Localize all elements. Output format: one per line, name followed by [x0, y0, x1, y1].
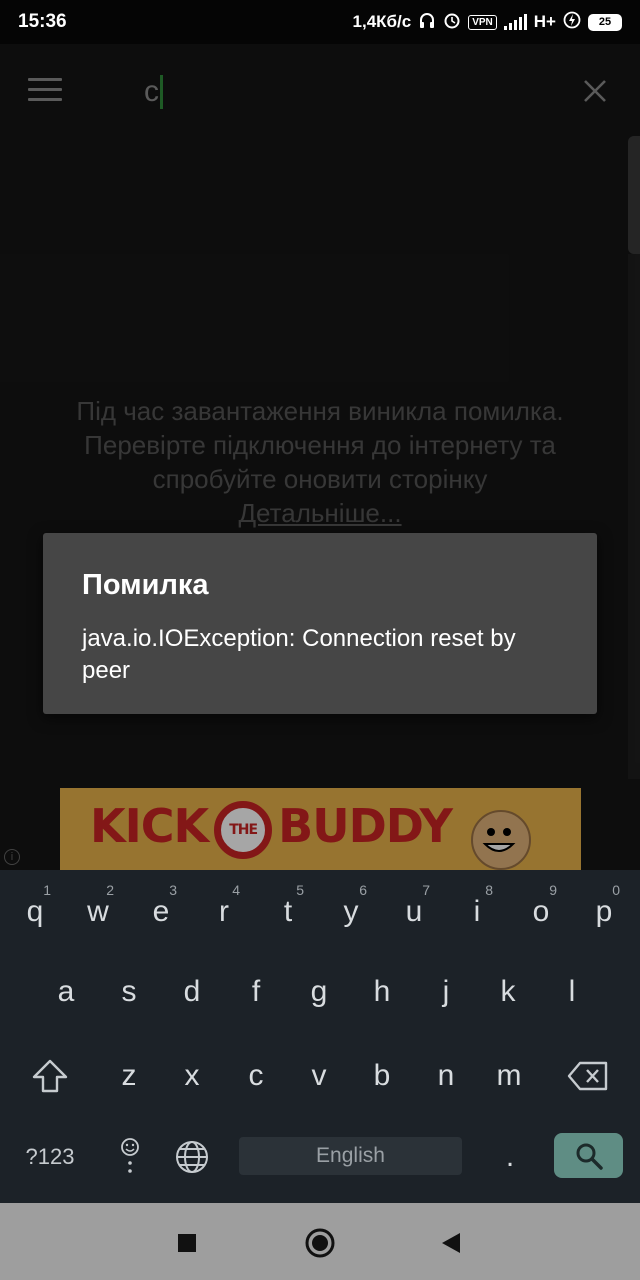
key-label: u — [405, 895, 423, 928]
backspace-key[interactable] — [558, 1036, 618, 1116]
key-hint: 3 — [169, 882, 177, 898]
key-label: i — [473, 895, 481, 928]
alarm-icon — [443, 11, 461, 34]
key-i[interactable]: i8 — [447, 872, 507, 952]
status-time: 15:36 — [18, 11, 67, 32]
key-hint: 0 — [612, 882, 620, 898]
key-hint: 6 — [359, 882, 367, 898]
key-o[interactable]: o9 — [511, 872, 571, 952]
key-q[interactable]: q1 — [5, 872, 65, 952]
key-p[interactable]: p0 — [574, 872, 634, 952]
charging-icon — [563, 11, 581, 34]
key-b[interactable]: b — [352, 1036, 412, 1116]
language-key[interactable] — [162, 1117, 222, 1197]
square-icon — [178, 1234, 196, 1252]
triangle-back-icon — [442, 1233, 460, 1253]
key-label: r — [219, 895, 229, 928]
key-hint: 9 — [549, 882, 557, 898]
dialog-scrim[interactable] — [0, 44, 640, 870]
battery-indicator: 25 — [588, 13, 622, 31]
emoji-key[interactable] — [100, 1117, 160, 1197]
vpn-badge: VPN — [468, 14, 497, 30]
search-action-key[interactable] — [554, 1133, 623, 1178]
key-f[interactable]: f — [226, 952, 286, 1032]
key-h[interactable]: h — [352, 952, 412, 1032]
key-m[interactable]: m — [479, 1036, 539, 1116]
key-e[interactable]: e3 — [131, 872, 191, 952]
key-label: p — [595, 895, 613, 928]
navigation-bar — [0, 1203, 640, 1280]
key-hint: 7 — [422, 882, 430, 898]
dialog-title: Помилка — [82, 569, 209, 601]
headphones-icon — [418, 11, 436, 34]
key-label: w — [87, 895, 109, 928]
signal-icon — [503, 14, 527, 30]
key-x[interactable]: x — [162, 1036, 222, 1116]
back-button[interactable] — [438, 1223, 464, 1268]
key-k[interactable]: k — [478, 952, 538, 1032]
key-z[interactable]: z — [99, 1036, 159, 1116]
period-key[interactable]: . — [480, 1117, 540, 1197]
key-w[interactable]: w2 — [68, 872, 128, 952]
key-label: y — [343, 895, 359, 928]
key-d[interactable]: d — [162, 952, 222, 1032]
dialog-message: java.io.IOException: Connection reset by… — [82, 625, 516, 684]
search-icon — [576, 1143, 603, 1170]
key-hint: 4 — [232, 882, 240, 898]
key-r[interactable]: r4 — [194, 872, 254, 952]
key-hint: 8 — [485, 882, 493, 898]
key-a[interactable]: a — [36, 952, 96, 1032]
globe-icon — [176, 1141, 208, 1173]
key-g[interactable]: g — [289, 952, 349, 1032]
network-speed: 1,4Кб/с — [352, 12, 412, 31]
network-type: H+ — [533, 12, 556, 31]
key-t[interactable]: t5 — [258, 872, 318, 952]
status-bar: 15:36 1,4Кб/с VPN H+ 25 — [0, 0, 640, 44]
backspace-icon — [567, 1061, 608, 1091]
shift-icon — [32, 1059, 68, 1093]
status-icons: 1,4Кб/с VPN H+ 25 — [353, 11, 622, 34]
key-hint: 1 — [43, 882, 51, 898]
space-key[interactable]: English — [239, 1137, 462, 1175]
key-label: t — [283, 895, 293, 928]
key-y[interactable]: y6 — [321, 872, 381, 952]
key-j[interactable]: j — [416, 952, 476, 1032]
emoji-icon — [121, 1138, 139, 1173]
key-l[interactable]: l — [542, 952, 602, 1032]
circle-icon — [305, 1228, 335, 1258]
symbols-key[interactable]: ?123 — [20, 1117, 80, 1197]
home-button[interactable] — [304, 1223, 336, 1268]
key-c[interactable]: c — [226, 1036, 286, 1116]
key-u[interactable]: u7 — [384, 872, 444, 952]
key-s[interactable]: s — [99, 952, 159, 1032]
recents-button[interactable] — [176, 1223, 198, 1268]
error-dialog: Помилка java.io.IOException: Connection … — [43, 533, 597, 714]
shift-key[interactable] — [20, 1036, 80, 1116]
key-hint: 5 — [296, 882, 304, 898]
key-label: q — [26, 895, 44, 928]
key-label: e — [152, 895, 170, 928]
key-label: o — [532, 895, 550, 928]
key-hint: 2 — [106, 882, 114, 898]
key-v[interactable]: v — [289, 1036, 349, 1116]
keyboard: q1 w2 e3 r4 t5 y6 u7 i8 o9 p0 a s d f g … — [0, 870, 640, 1203]
key-n[interactable]: n — [416, 1036, 476, 1116]
